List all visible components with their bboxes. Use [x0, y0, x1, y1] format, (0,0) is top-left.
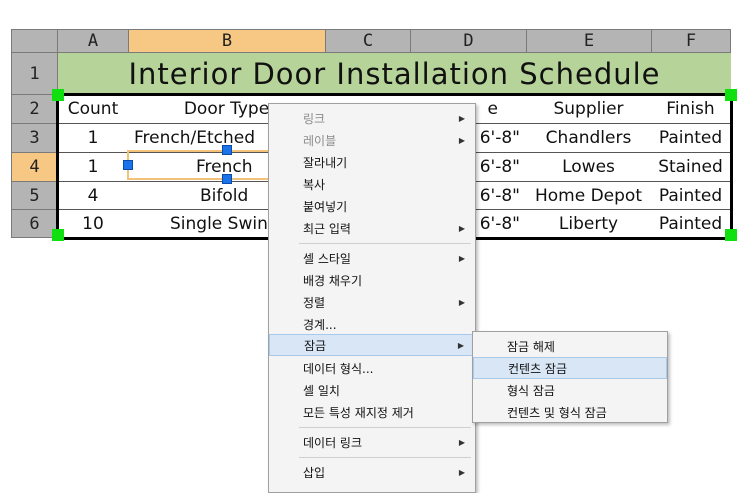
column-header-a[interactable]: A: [57, 29, 129, 53]
menu-item-insert[interactable]: 삽입 ▶: [269, 461, 475, 483]
table-cell[interactable]: Painted: [651, 124, 731, 153]
table-corner-grip[interactable]: [725, 229, 737, 241]
submenu-arrow-icon: ▶: [458, 437, 465, 447]
menu-item-locking[interactable]: 잠금 ▶: [269, 334, 475, 356]
table-header-cell[interactable]: Finish: [651, 95, 731, 124]
submenu-item-content-format-locked[interactable]: 컨텐츠 및 형식 잠금: [473, 401, 667, 423]
menu-item-cut[interactable]: 잘라내기: [269, 151, 475, 173]
table-cell[interactable]: 1: [58, 124, 129, 153]
menu-item-remove-overrides[interactable]: 모든 특성 재지정 제거: [269, 401, 475, 423]
table-header-cell[interactable]: Supplier: [526, 95, 652, 124]
row-header-5[interactable]: 5: [11, 181, 58, 210]
column-header-c[interactable]: C: [325, 29, 411, 53]
menu-separator: [299, 243, 471, 244]
row-header-6[interactable]: 6: [11, 209, 58, 238]
submenu-arrow-icon: ▶: [458, 135, 465, 145]
menu-item-match-cell[interactable]: 셀 일치: [269, 379, 475, 401]
row-header-3[interactable]: 3: [11, 123, 58, 153]
submenu-arrow-icon: ▶: [458, 113, 465, 123]
table-corner-grip[interactable]: [725, 89, 737, 101]
table-corner-grip[interactable]: [52, 89, 64, 101]
submenu-arrow-icon: ▶: [457, 340, 464, 350]
table-header-cell[interactable]: Count: [58, 95, 129, 124]
menu-item-label[interactable]: 레이블 ▶: [269, 129, 475, 151]
menu-item-copy[interactable]: 복사: [269, 173, 475, 195]
submenu-arrow-icon: ▶: [458, 467, 465, 477]
menu-item-link[interactable]: 링크 ▶: [269, 107, 475, 129]
submenu-arrow-icon: ▶: [458, 253, 465, 263]
submenu-item-content-locked[interactable]: 컨텐츠 잠금: [473, 357, 667, 379]
submenu-arrow-icon: ▶: [458, 297, 465, 307]
cell-grip-handle[interactable]: [222, 174, 232, 184]
table-cell[interactable]: Lowes: [526, 153, 652, 182]
row-header-4[interactable]: 4: [11, 152, 58, 182]
table-cell[interactable]: Stained: [651, 153, 731, 182]
row-header-1[interactable]: 1: [11, 52, 58, 95]
table-title[interactable]: Interior Door Installation Schedule: [58, 53, 731, 95]
menu-item-recent-input[interactable]: 최근 입력 ▶: [269, 217, 475, 239]
menu-item-cell-style[interactable]: 셀 스타일 ▶: [269, 247, 475, 269]
column-header-f[interactable]: F: [651, 29, 731, 53]
menu-item-borders[interactable]: 경계...: [269, 313, 475, 335]
menu-item-paste[interactable]: 붙여넣기: [269, 195, 475, 217]
row-header-2[interactable]: 2: [11, 94, 58, 124]
table-cell[interactable]: Home Depot: [526, 182, 652, 210]
column-header-d[interactable]: D: [410, 29, 527, 53]
submenu-arrow-icon: ▶: [458, 223, 465, 233]
menu-item-data-format[interactable]: 데이터 형식...: [269, 357, 475, 379]
menu-separator: [299, 427, 471, 428]
menu-item-alignment[interactable]: 정렬 ▶: [269, 291, 475, 313]
table-cell[interactable]: Liberty: [526, 210, 652, 238]
submenu-item-unlocked[interactable]: 잠금 해제: [473, 335, 667, 357]
cell-grip-handle[interactable]: [123, 160, 133, 170]
select-all-corner[interactable]: [11, 29, 58, 53]
column-header-e[interactable]: E: [526, 29, 652, 53]
table-cell[interactable]: 4: [58, 182, 129, 210]
column-header-b[interactable]: B: [128, 29, 326, 53]
table-cell[interactable]: Chandlers: [526, 124, 652, 153]
table-cell[interactable]: 10: [58, 210, 129, 238]
table-corner-grip[interactable]: [52, 229, 64, 241]
menu-separator: [299, 457, 471, 458]
cell-grip-handle[interactable]: [222, 145, 232, 155]
menu-item-data-link[interactable]: 데이터 링크 ▶: [269, 431, 475, 453]
table-cell[interactable]: Painted: [651, 182, 731, 210]
menu-item-background-fill[interactable]: 배경 채우기: [269, 269, 475, 291]
table-cell[interactable]: Painted: [651, 210, 731, 238]
context-menu: 링크 ▶ 레이블 ▶ 잘라내기 복사 붙여넣기 최근 입력 ▶ 셀 스타일 ▶ 배경 채…: [268, 103, 476, 493]
table-cell[interactable]: 1: [58, 153, 129, 182]
submenu-item-format-locked[interactable]: 형식 잠금: [473, 379, 667, 401]
locking-submenu: 잠금 해제 컨텐츠 잠금 형식 잠금 컨텐츠 및 형식 잠금: [472, 331, 668, 423]
cell-selection-outline: [127, 150, 269, 180]
